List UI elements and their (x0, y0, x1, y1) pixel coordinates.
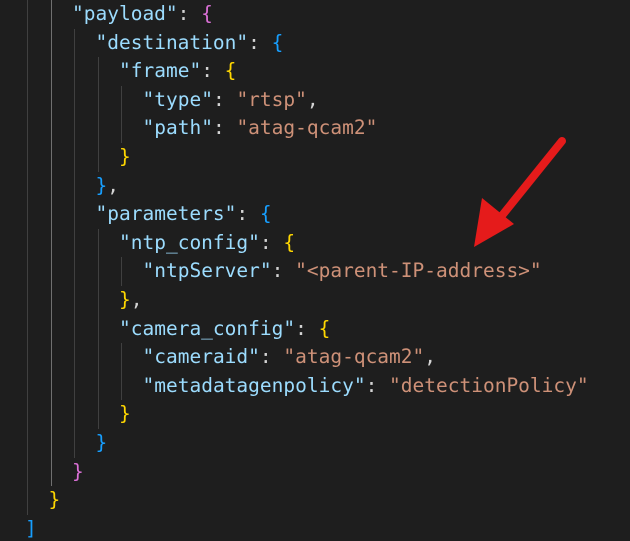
red-arrow-icon (474, 137, 566, 247)
code-editor[interactable]: "payload": {"destination": {"frame": {"t… (0, 0, 630, 541)
